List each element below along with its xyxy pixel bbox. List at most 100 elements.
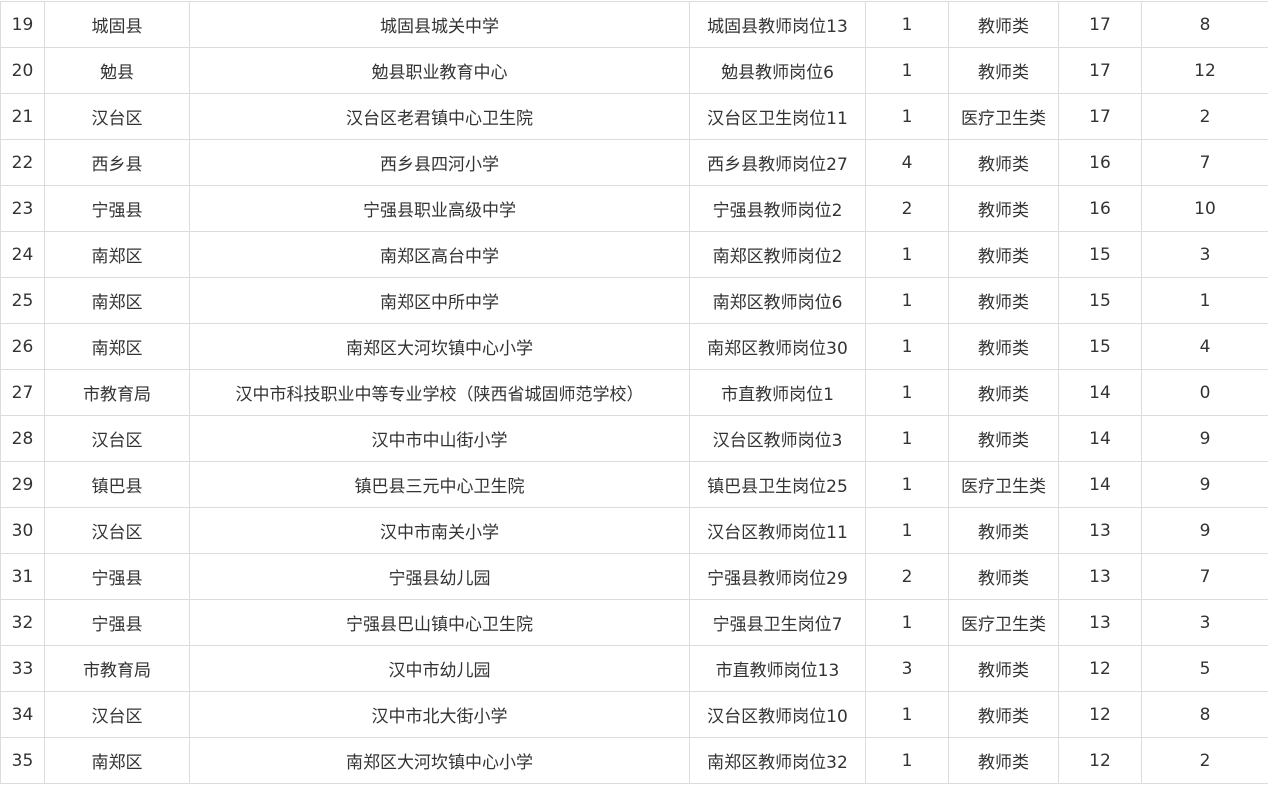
unit-name-cell: 汉中市北大街小学 (189, 691, 690, 738)
row-number-cell: 21 (0, 93, 45, 140)
district-cell: 南郑区 (44, 277, 190, 324)
unit-name-cell: 汉中市幼儿园 (189, 645, 690, 692)
position-code-cell: 宁强县卫生岗位7 (689, 599, 866, 646)
table-row: 25 南郑区 南郑区中所中学 南郑区教师岗位6 1 教师类 15 1 (0, 277, 1268, 324)
district-cell: 西乡县 (44, 139, 190, 186)
applicants-cell: 14 (1058, 369, 1142, 416)
openings-cell: 1 (865, 599, 949, 646)
qualified-cell: 8 (1141, 691, 1268, 738)
row-number-cell: 35 (0, 737, 45, 784)
district-cell: 镇巴县 (44, 461, 190, 508)
qualified-cell: 9 (1141, 507, 1268, 554)
category-cell: 教师类 (948, 47, 1059, 94)
district-cell: 南郑区 (44, 323, 190, 370)
position-code-cell: 市直教师岗位13 (689, 645, 866, 692)
applicants-cell: 12 (1058, 645, 1142, 692)
row-number-cell: 31 (0, 553, 45, 600)
position-code-cell: 西乡县教师岗位27 (689, 139, 866, 186)
openings-cell: 2 (865, 553, 949, 600)
position-code-cell: 汉台区教师岗位3 (689, 415, 866, 462)
position-code-cell: 宁强县教师岗位2 (689, 185, 866, 232)
district-cell: 宁强县 (44, 599, 190, 646)
position-code-cell: 勉县教师岗位6 (689, 47, 866, 94)
table-row: 21 汉台区 汉台区老君镇中心卫生院 汉台区卫生岗位11 1 医疗卫生类 17 2 (0, 93, 1268, 140)
category-cell: 教师类 (948, 369, 1059, 416)
district-cell: 宁强县 (44, 185, 190, 232)
position-code-cell: 镇巴县卫生岗位25 (689, 461, 866, 508)
unit-name-cell: 城固县城关中学 (189, 1, 690, 48)
category-cell: 教师类 (948, 277, 1059, 324)
table-row: 22 西乡县 西乡县四河小学 西乡县教师岗位27 4 教师类 16 7 (0, 139, 1268, 186)
recruitment-table: 19 城固县 城固县城关中学 城固县教师岗位13 1 教师类 17 8 20 勉县 勉县职业教育中心… (0, 1, 1268, 784)
table-row: 33 市教育局 汉中市幼儿园 市直教师岗位13 3 教师类 12 5 (0, 645, 1268, 692)
row-number-cell: 34 (0, 691, 45, 738)
category-cell: 教师类 (948, 645, 1059, 692)
row-number-cell: 26 (0, 323, 45, 370)
unit-name-cell: 勉县职业教育中心 (189, 47, 690, 94)
table-row: 20 勉县 勉县职业教育中心 勉县教师岗位6 1 教师类 17 12 (0, 47, 1268, 94)
table-row: 24 南郑区 南郑区高台中学 南郑区教师岗位2 1 教师类 15 3 (0, 231, 1268, 278)
qualified-cell: 4 (1141, 323, 1268, 370)
category-cell: 医疗卫生类 (948, 461, 1059, 508)
qualified-cell: 9 (1141, 461, 1268, 508)
district-cell: 宁强县 (44, 553, 190, 600)
table-row: 31 宁强县 宁强县幼儿园 宁强县教师岗位29 2 教师类 13 7 (0, 553, 1268, 600)
qualified-cell: 10 (1141, 185, 1268, 232)
row-number-cell: 33 (0, 645, 45, 692)
openings-cell: 4 (865, 139, 949, 186)
openings-cell: 3 (865, 645, 949, 692)
position-code-cell: 宁强县教师岗位29 (689, 553, 866, 600)
qualified-cell: 7 (1141, 553, 1268, 600)
openings-cell: 1 (865, 277, 949, 324)
row-number-cell: 19 (0, 1, 45, 48)
position-code-cell: 南郑区教师岗位2 (689, 231, 866, 278)
district-cell: 汉台区 (44, 415, 190, 462)
category-cell: 教师类 (948, 231, 1059, 278)
unit-name-cell: 南郑区高台中学 (189, 231, 690, 278)
district-cell: 城固县 (44, 1, 190, 48)
category-cell: 教师类 (948, 185, 1059, 232)
table-row: 34 汉台区 汉中市北大街小学 汉台区教师岗位10 1 教师类 12 8 (0, 691, 1268, 738)
category-cell: 医疗卫生类 (948, 599, 1059, 646)
applicants-cell: 14 (1058, 461, 1142, 508)
row-number-cell: 25 (0, 277, 45, 324)
district-cell: 市教育局 (44, 645, 190, 692)
qualified-cell: 2 (1141, 93, 1268, 140)
unit-name-cell: 汉中市南关小学 (189, 507, 690, 554)
qualified-cell: 7 (1141, 139, 1268, 186)
category-cell: 教师类 (948, 415, 1059, 462)
table-row: 30 汉台区 汉中市南关小学 汉台区教师岗位11 1 教师类 13 9 (0, 507, 1268, 554)
unit-name-cell: 南郑区中所中学 (189, 277, 690, 324)
qualified-cell: 8 (1141, 1, 1268, 48)
openings-cell: 1 (865, 691, 949, 738)
category-cell: 医疗卫生类 (948, 93, 1059, 140)
category-cell: 教师类 (948, 323, 1059, 370)
category-cell: 教师类 (948, 737, 1059, 784)
unit-name-cell: 南郑区大河坎镇中心小学 (189, 323, 690, 370)
applicants-cell: 14 (1058, 415, 1142, 462)
openings-cell: 1 (865, 1, 949, 48)
row-number-cell: 24 (0, 231, 45, 278)
applicants-cell: 16 (1058, 139, 1142, 186)
applicants-cell: 12 (1058, 737, 1142, 784)
table-body: 19 城固县 城固县城关中学 城固县教师岗位13 1 教师类 17 8 20 勉县 勉县职业教育中心… (0, 1, 1268, 784)
unit-name-cell: 汉中市中山街小学 (189, 415, 690, 462)
table-row: 28 汉台区 汉中市中山街小学 汉台区教师岗位3 1 教师类 14 9 (0, 415, 1268, 462)
openings-cell: 1 (865, 231, 949, 278)
district-cell: 汉台区 (44, 507, 190, 554)
row-number-cell: 23 (0, 185, 45, 232)
district-cell: 勉县 (44, 47, 190, 94)
unit-name-cell: 西乡县四河小学 (189, 139, 690, 186)
openings-cell: 2 (865, 185, 949, 232)
district-cell: 市教育局 (44, 369, 190, 416)
unit-name-cell: 南郑区大河坎镇中心小学 (189, 737, 690, 784)
position-code-cell: 城固县教师岗位13 (689, 1, 866, 48)
openings-cell: 1 (865, 415, 949, 462)
table-row: 29 镇巴县 镇巴县三元中心卫生院 镇巴县卫生岗位25 1 医疗卫生类 14 9 (0, 461, 1268, 508)
table-row: 32 宁强县 宁强县巴山镇中心卫生院 宁强县卫生岗位7 1 医疗卫生类 13 3 (0, 599, 1268, 646)
openings-cell: 1 (865, 737, 949, 784)
district-cell: 汉台区 (44, 691, 190, 738)
openings-cell: 1 (865, 323, 949, 370)
qualified-cell: 1 (1141, 277, 1268, 324)
position-code-cell: 南郑区教师岗位30 (689, 323, 866, 370)
